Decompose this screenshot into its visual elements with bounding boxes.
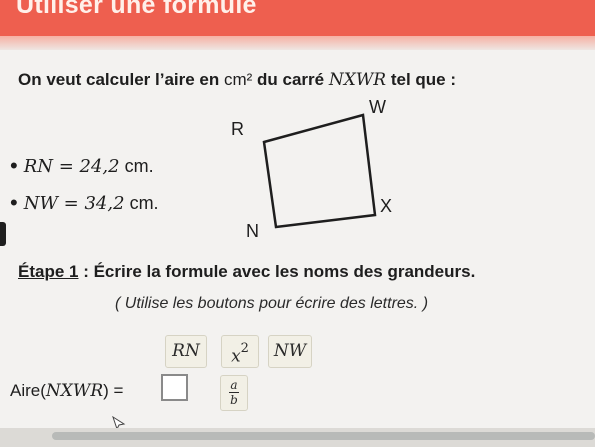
- rn-button-label: RN: [172, 341, 200, 361]
- given-rn-unit: cm.: [119, 156, 154, 176]
- step-instruction: Étape 1 : Écrire la formule avec les nom…: [18, 262, 475, 282]
- hint-text: ( Utilise les boutons pour écrire des le…: [115, 295, 429, 312]
- rn-button[interactable]: RN: [165, 335, 207, 368]
- square-shape: [262, 113, 377, 229]
- intro-suffix: tel que :: [386, 70, 457, 89]
- side-handle[interactable]: [0, 222, 6, 246]
- given-rn: • RN = 24,2 cm.: [10, 152, 154, 178]
- square-figure: [262, 113, 377, 229]
- given-rn-value: RN = 24,2: [23, 156, 120, 177]
- intro-unit: cm²: [223, 70, 253, 89]
- bullet-icon: •: [10, 190, 18, 215]
- answer-prefix: Aire(: [10, 381, 46, 400]
- answer-shape: NXWR: [45, 381, 104, 401]
- power-button[interactable]: x2: [221, 335, 259, 368]
- given-nw-unit: cm.: [124, 193, 159, 213]
- answer-suffix: ) =: [103, 381, 124, 400]
- step-heading: Étape 1: [18, 262, 79, 281]
- nw-button-label: NW: [273, 341, 307, 361]
- given-nw-value: NW = 34,2: [23, 193, 125, 214]
- vertex-label-n: N: [246, 221, 259, 241]
- answer-label: Aire(NXWR) =: [10, 381, 123, 401]
- problem-statement: On veut calculer l’aire en cm² du carré …: [18, 70, 456, 90]
- page-title: Utiliser une formule: [16, 0, 257, 19]
- vertex-label-w: W: [369, 97, 386, 117]
- vertex-label-r: R: [231, 119, 244, 139]
- fraction-denominator: b: [230, 393, 238, 407]
- intro-shape: NXWR: [328, 70, 387, 90]
- fraction-numerator: a: [230, 378, 238, 392]
- given-nw: • NW = 34,2 cm.: [10, 189, 159, 215]
- bullet-icon: •: [10, 153, 18, 178]
- answer-input[interactable]: [161, 374, 188, 401]
- power-button-exponent: 2: [240, 341, 249, 356]
- vertex-label-x: X: [380, 196, 393, 216]
- power-button-base: x: [231, 346, 241, 367]
- header-banner: Utiliser une formule: [0, 0, 595, 50]
- step-text: : Écrire la formule avec les noms des gr…: [78, 262, 476, 281]
- fraction-button[interactable]: a b: [220, 375, 248, 411]
- scrollbar-thumb[interactable]: [52, 432, 595, 440]
- intro-prefix: On veut calculer l’aire en: [18, 70, 224, 89]
- intro-middle: du carré: [252, 70, 329, 89]
- nw-button[interactable]: NW: [268, 335, 312, 368]
- header-decoration: [0, 36, 595, 50]
